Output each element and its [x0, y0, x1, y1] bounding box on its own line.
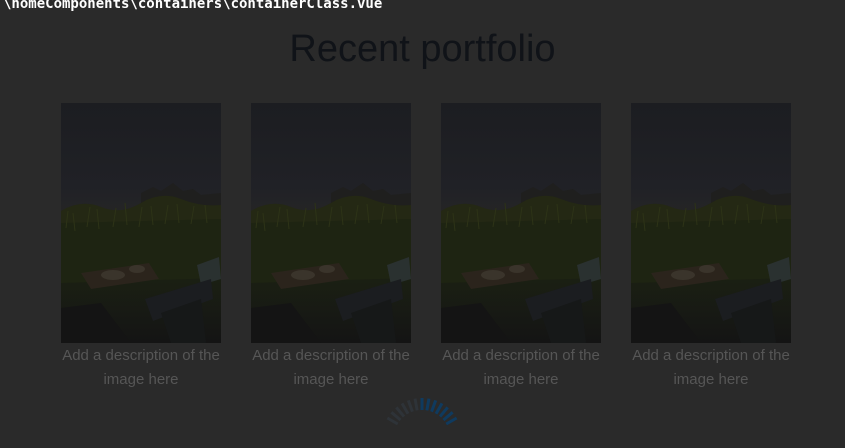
portfolio-card[interactable]: Add a description of the image here: [251, 103, 411, 392]
landscape-photo: [251, 183, 411, 343]
section-title: Recent portfolio: [289, 28, 556, 70]
portfolio-caption: Add a description of the image here: [632, 347, 790, 388]
portfolio-card[interactable]: Add a description of the image here: [61, 103, 221, 392]
landscape-photo: [631, 183, 791, 343]
portfolio-image[interactable]: [631, 103, 791, 343]
portfolio-caption: Add a description of the image here: [62, 347, 220, 388]
portfolio-image[interactable]: [251, 103, 411, 343]
portfolio-card[interactable]: Add a description of the image here: [441, 103, 601, 392]
file-path-text: \homeComponents\containers\containerClas…: [3, 0, 383, 12]
loading-spinner-icon: [372, 388, 472, 448]
portfolio-image[interactable]: [61, 103, 221, 343]
landscape-photo: [61, 183, 221, 343]
portfolio-card[interactable]: Add a description of the image here: [631, 103, 791, 392]
portfolio-caption: Add a description of the image here: [442, 347, 600, 388]
landscape-photo: [441, 183, 601, 343]
portfolio-caption: Add a description of the image here: [252, 347, 410, 388]
portfolio-image[interactable]: [441, 103, 601, 343]
